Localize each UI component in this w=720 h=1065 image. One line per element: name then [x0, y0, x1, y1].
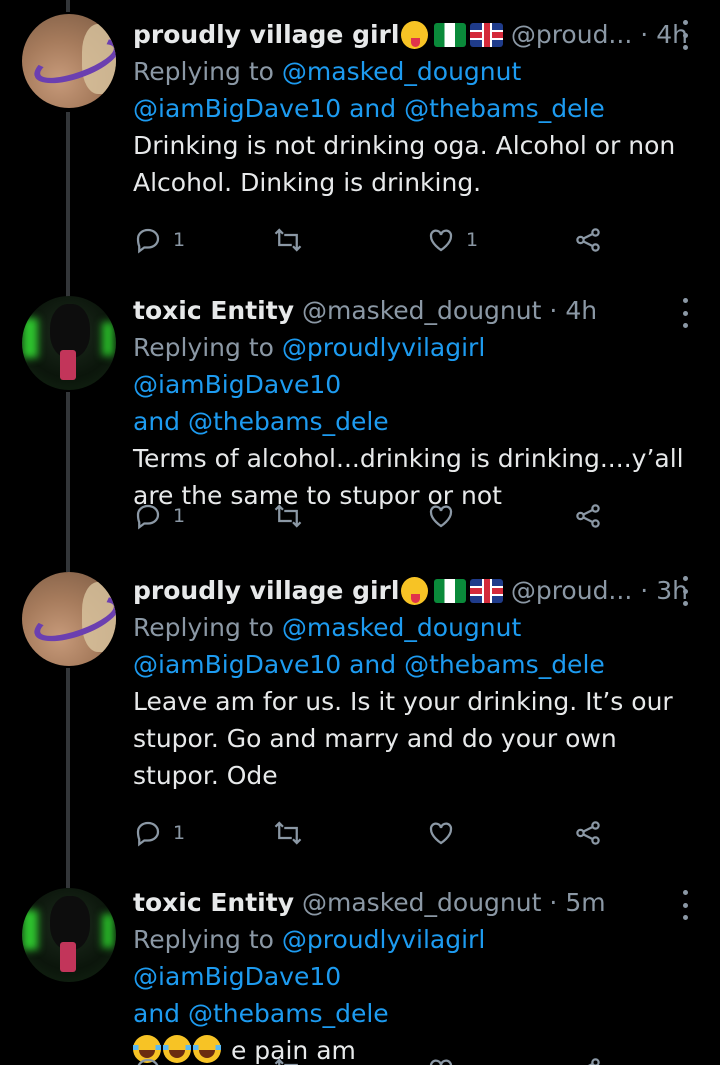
- separator: ·: [549, 888, 558, 917]
- tweet-text: Leave am for us. Is it your drinking. It…: [133, 687, 673, 790]
- display-name[interactable]: proudly village girl: [133, 573, 399, 609]
- like-count: 1: [466, 229, 479, 251]
- share-button[interactable]: [573, 815, 603, 851]
- mention-link[interactable]: @iamBigDave10: [133, 650, 341, 679]
- mention-link[interactable]: @masked_dougnut: [282, 613, 521, 642]
- replying-to: Replying to @proudlyvilagirl @iamBigDave…: [133, 925, 486, 991]
- display-name[interactable]: toxic Entity: [133, 293, 294, 329]
- like-icon: [429, 505, 453, 528]
- reply-button[interactable]: 1: [133, 815, 185, 851]
- replying-to: @iamBigDave10 and @thebams_dele: [133, 94, 605, 123]
- mention-link[interactable]: @thebams_dele: [404, 94, 605, 123]
- avatar[interactable]: [22, 296, 116, 390]
- retweet-icon: [274, 821, 302, 845]
- share-button[interactable]: [573, 1052, 603, 1065]
- uk-flag-icon: [470, 23, 503, 47]
- replying-to: Replying to @masked_dougnut: [133, 57, 522, 86]
- handle[interactable]: @masked_dougnut: [302, 293, 541, 329]
- tongue-emoji-icon: [401, 577, 429, 605]
- replying-to: and @thebams_dele: [133, 999, 389, 1028]
- retweet-icon: [274, 504, 302, 528]
- retweet-button[interactable]: [273, 815, 303, 851]
- separator: ·: [640, 20, 649, 49]
- mention-link[interactable]: @iamBigDave10: [133, 370, 341, 399]
- share-button[interactable]: [573, 498, 603, 534]
- handle[interactable]: @proud...: [511, 573, 632, 609]
- nigeria-flag-icon: [434, 579, 467, 603]
- mention-link[interactable]: @iamBigDave10: [133, 94, 341, 123]
- thread-line: [66, 112, 70, 298]
- mention-link[interactable]: @thebams_dele: [188, 407, 389, 436]
- mention-link[interactable]: @thebams_dele: [404, 650, 605, 679]
- avatar[interactable]: [22, 888, 116, 982]
- replying-to: Replying to @masked_dougnut: [133, 613, 522, 642]
- retweet-button[interactable]: [273, 498, 303, 534]
- more-icon[interactable]: [680, 890, 690, 920]
- nigeria-flag-icon: [434, 23, 467, 47]
- more-icon[interactable]: [680, 298, 690, 328]
- replying-to: and @thebams_dele: [133, 407, 389, 436]
- mention-link[interactable]: @proudlyvilagirl: [282, 925, 485, 954]
- retweet-icon: [274, 1058, 298, 1065]
- reply-button[interactable]: 1: [133, 222, 185, 258]
- mention-link[interactable]: @proudlyvilagirl: [282, 333, 485, 362]
- timestamp[interactable]: 5m: [565, 885, 605, 921]
- mention-link[interactable]: @masked_dougnut: [282, 57, 521, 86]
- timestamp[interactable]: 4h: [565, 293, 597, 329]
- like-icon: [429, 822, 453, 845]
- retweet-icon: [274, 228, 302, 252]
- handle[interactable]: @proud...: [511, 17, 632, 53]
- retweet-button[interactable]: [273, 1052, 303, 1065]
- thread-line: [66, 392, 70, 572]
- handle[interactable]: @masked_dougnut: [302, 885, 541, 921]
- avatar[interactable]: [22, 14, 116, 108]
- share-icon: [576, 821, 600, 845]
- reply-count: 1: [173, 505, 186, 527]
- retweet-button[interactable]: [273, 222, 303, 258]
- share-button[interactable]: [573, 222, 603, 258]
- thread-line: [66, 0, 70, 12]
- share-icon: [587, 1058, 600, 1065]
- like-icon: [429, 1059, 453, 1065]
- avatar[interactable]: [22, 572, 116, 666]
- uk-flag-icon: [470, 579, 503, 603]
- separator: ·: [640, 576, 649, 605]
- reply-count: 1: [173, 822, 186, 844]
- thread-line: [66, 668, 70, 888]
- reply-icon: [137, 1058, 159, 1065]
- reply-icon: [136, 821, 160, 847]
- like-button[interactable]: 1: [426, 222, 478, 258]
- share-icon: [576, 504, 600, 528]
- display-name[interactable]: toxic Entity: [133, 885, 294, 921]
- reply-icon: [136, 228, 160, 254]
- tweet-text: Drinking is not drinking oga. Alcohol or…: [133, 131, 676, 197]
- like-button[interactable]: [426, 815, 456, 851]
- reply-button[interactable]: [133, 1052, 163, 1065]
- like-icon: [429, 229, 453, 252]
- reply-icon: [136, 504, 160, 530]
- tongue-emoji-icon: [401, 21, 429, 49]
- replying-to: Replying to @proudlyvilagirl @iamBigDave…: [133, 333, 486, 399]
- like-button[interactable]: [426, 1052, 456, 1065]
- more-icon[interactable]: [680, 20, 690, 50]
- mention-link[interactable]: @iamBigDave10: [133, 962, 341, 991]
- reply-count: 1: [173, 229, 186, 251]
- like-button[interactable]: [426, 498, 456, 534]
- share-icon: [576, 228, 600, 252]
- replying-to: @iamBigDave10 and @thebams_dele: [133, 650, 605, 679]
- mention-link[interactable]: @thebams_dele: [188, 999, 389, 1028]
- separator: ·: [549, 296, 558, 325]
- display-name[interactable]: proudly village girl: [133, 17, 399, 53]
- more-icon[interactable]: [680, 576, 690, 606]
- reply-button[interactable]: 1: [133, 498, 185, 534]
